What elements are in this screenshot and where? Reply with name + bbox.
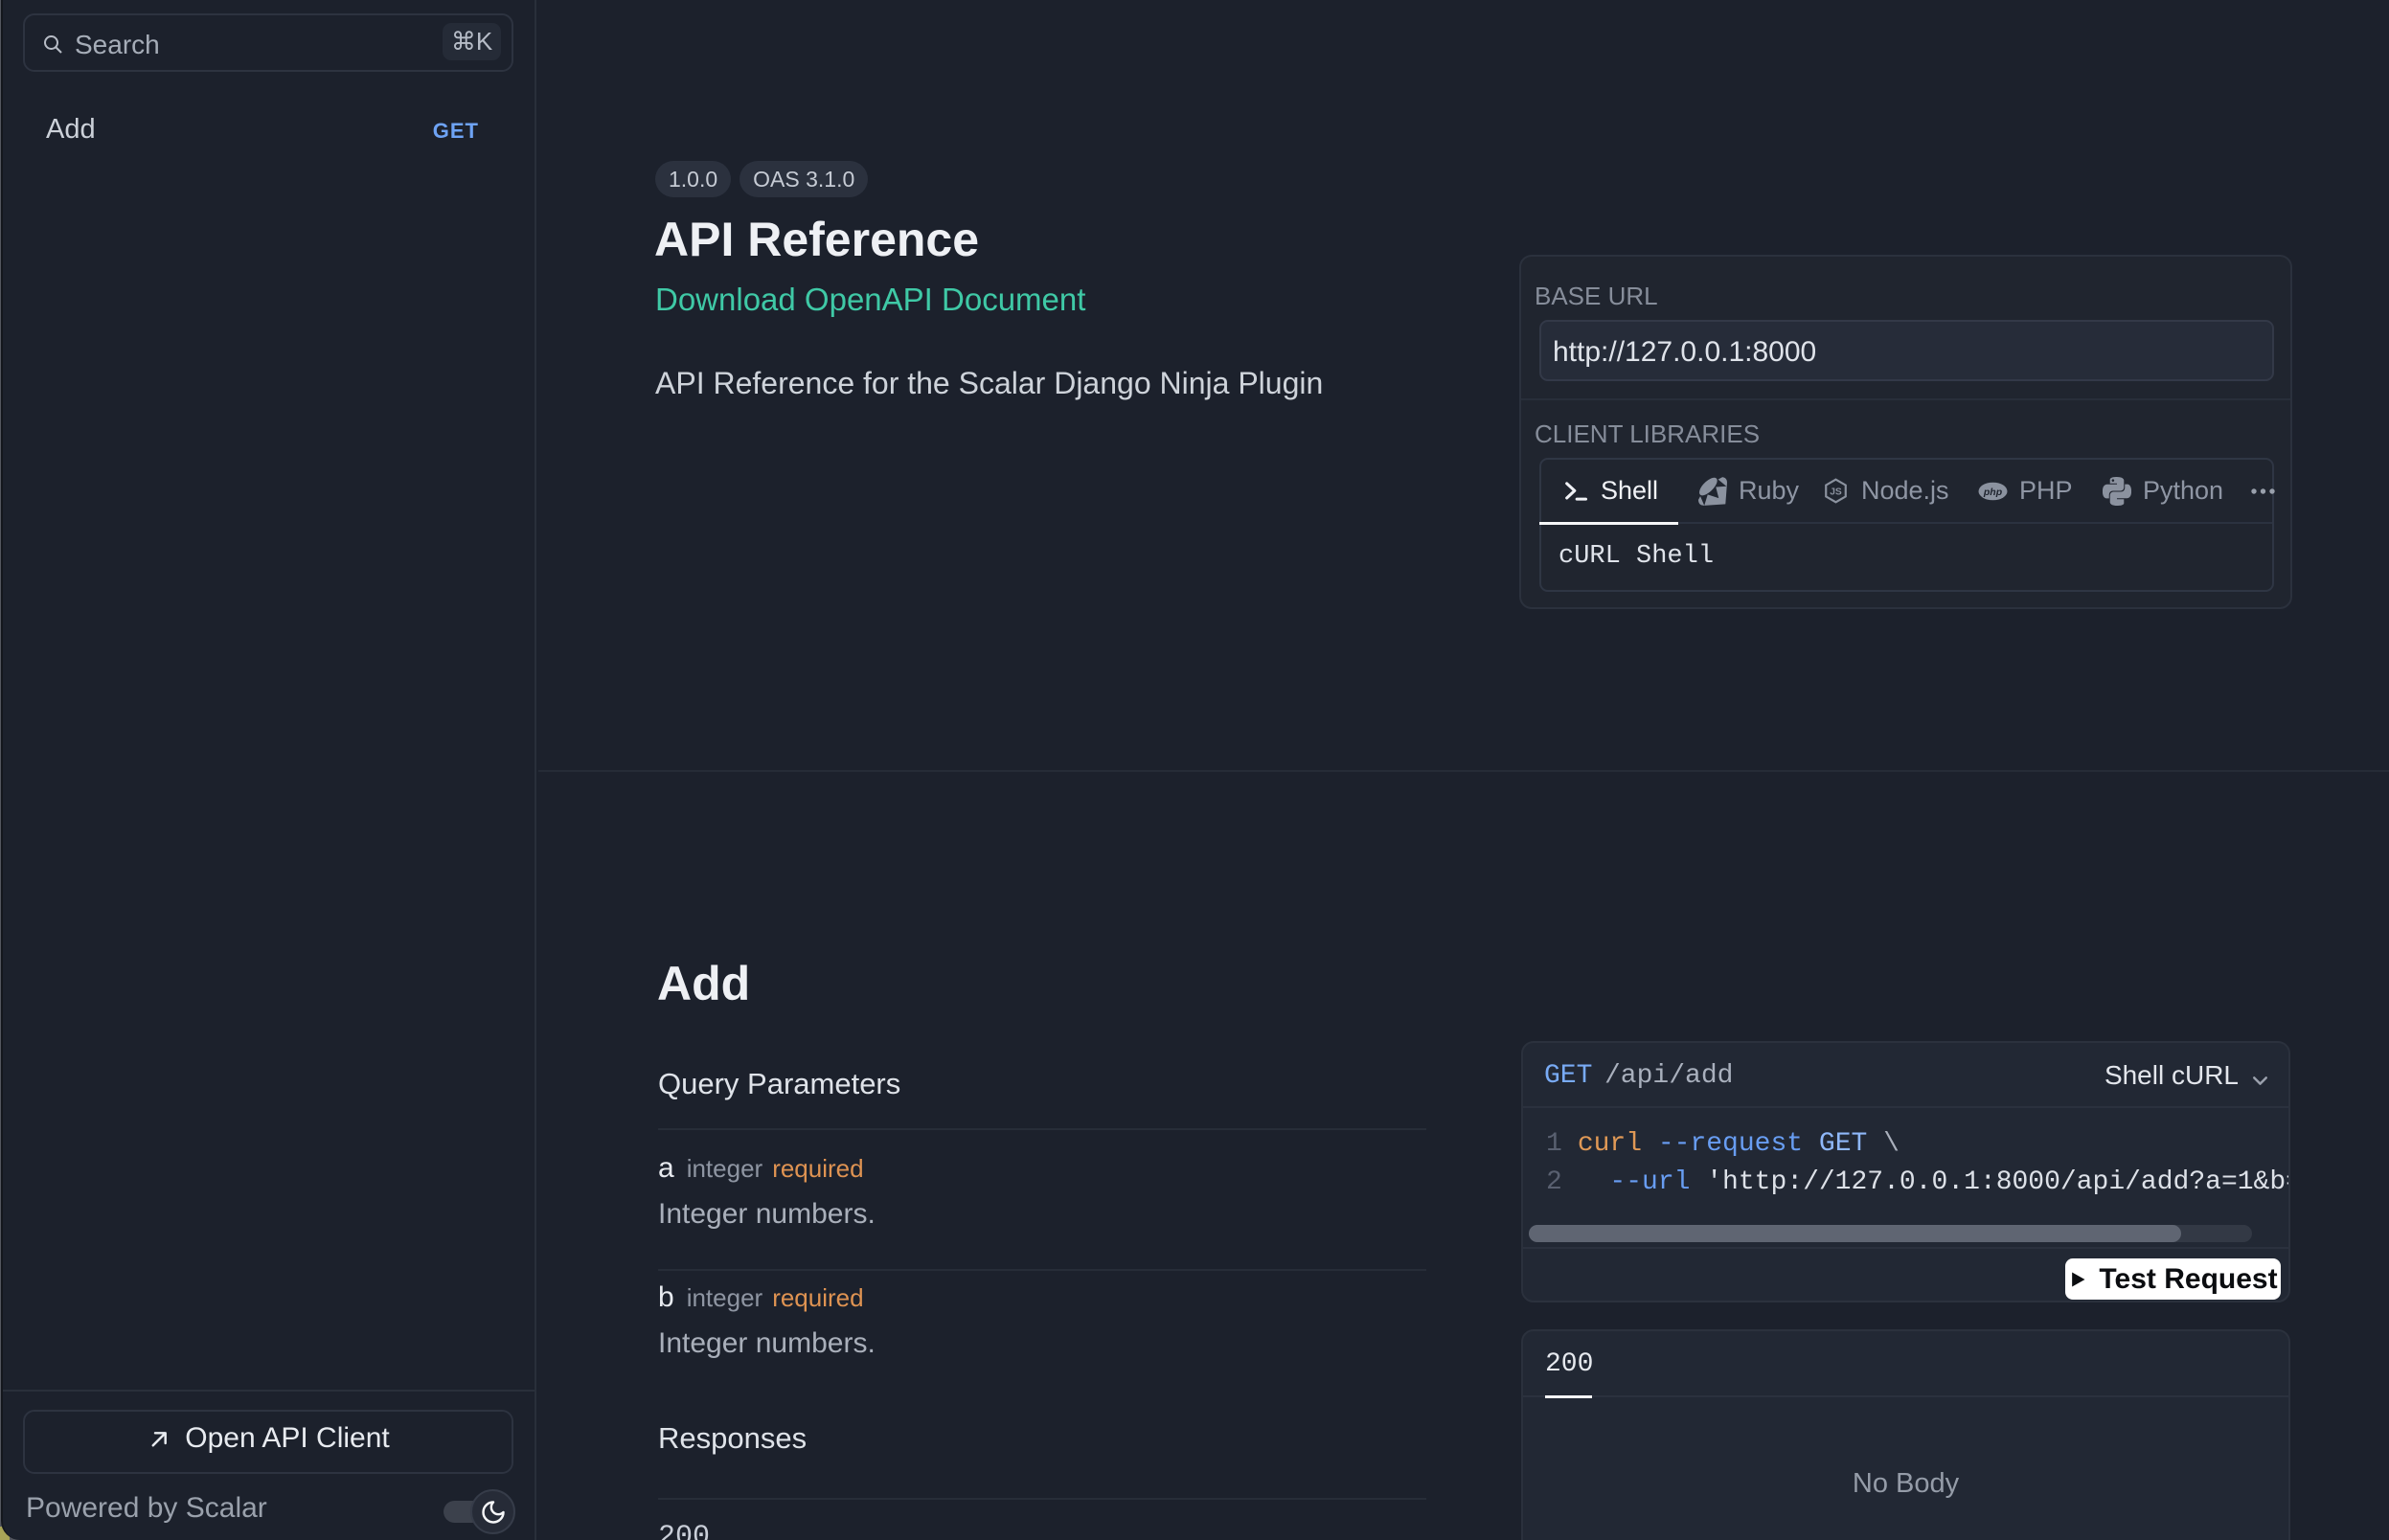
svg-text:JS: JS <box>1830 487 1842 498</box>
svg-text:php: php <box>1983 486 2003 497</box>
